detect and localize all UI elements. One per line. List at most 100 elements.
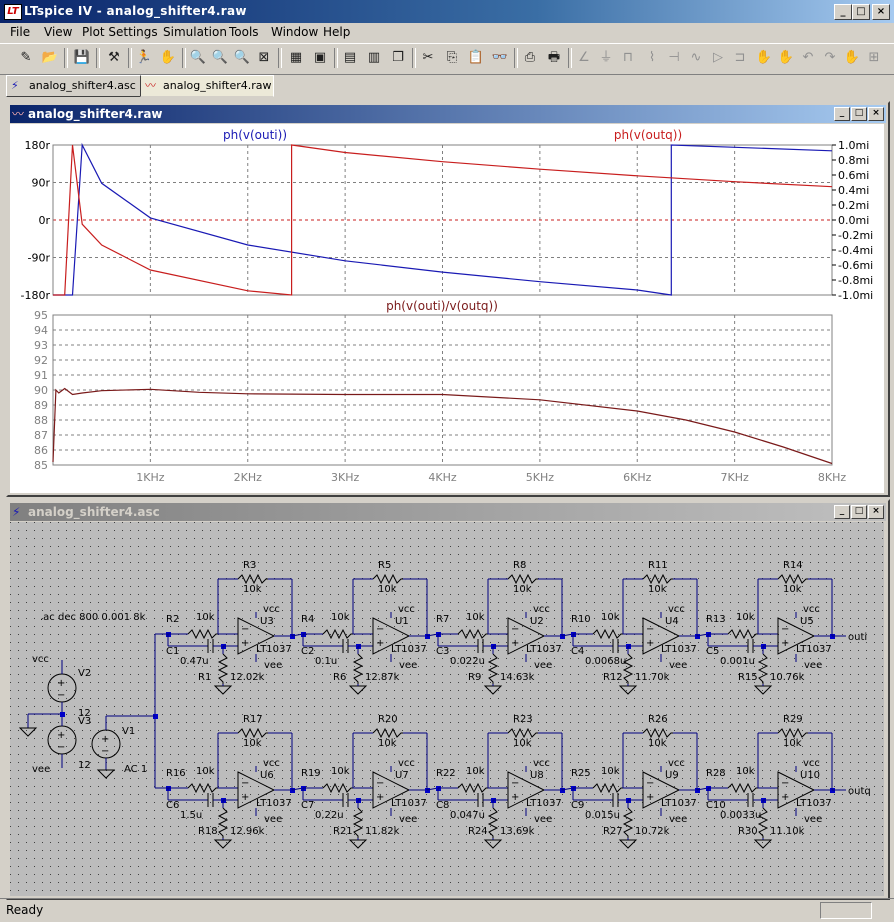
opamp-model: LT1037 bbox=[526, 644, 562, 655]
ground-icon[interactable]: ⏚ bbox=[596, 48, 616, 68]
menu-file[interactable]: File bbox=[10, 25, 30, 39]
opamp-label-U2: U2 bbox=[530, 616, 544, 627]
trace-label-ratio[interactable]: ph(v(outi)/v(outq)) bbox=[386, 299, 498, 313]
window-title-bar[interactable]: LT LTspice IV - analog_shifter4.raw _ □ … bbox=[0, 0, 894, 23]
schematic-minimize-button[interactable]: _ bbox=[834, 505, 850, 519]
capacitor-value-C6: 1.5u bbox=[180, 810, 202, 821]
mirror-icon[interactable]: ✋ bbox=[776, 48, 796, 68]
diode-icon[interactable]: ▷ bbox=[708, 48, 728, 68]
resistor-label-R14: R14 bbox=[783, 560, 803, 571]
halt-icon[interactable]: ✋ bbox=[158, 48, 178, 68]
waveform-plot-area[interactable]: ph(v(outi)) ph(v(outq)) ph(v(outi)/v(out… bbox=[10, 124, 884, 493]
toolbar: ✎ 📂 💾 ⚒ 🏃 ✋ 🔍 🔍 🔍 ⊠ ▦ ▣ ▤ ▥ ❐ ✂ ⎘ 📋 👓 ⎙ … bbox=[0, 43, 894, 75]
inductor-icon[interactable]: ∿ bbox=[686, 48, 706, 68]
delete-icon[interactable]: ✋ bbox=[842, 48, 862, 68]
vcc-label: vcc bbox=[668, 758, 685, 769]
control-panel-icon[interactable]: ⚒ bbox=[104, 48, 124, 68]
waveform-window: 〰 analog_shifter4.raw _ □ × ph(v(outi)) … bbox=[6, 101, 890, 497]
opamp-minus: − bbox=[241, 778, 249, 789]
spice-directive[interactable]: .ac dec 800 0.001 8k bbox=[40, 612, 146, 623]
document-tab-bar: ⚡ analog_shifter4.asc 〰 analog_shifter4.… bbox=[0, 73, 894, 97]
schematic-maximize-button[interactable]: □ bbox=[851, 505, 867, 519]
find-icon[interactable]: 👓 bbox=[490, 48, 510, 68]
cascade-icon[interactable]: ❐ bbox=[388, 48, 408, 68]
y-tick-label-left: 0r bbox=[38, 214, 50, 227]
waveform-window-icon: 〰 bbox=[12, 107, 25, 121]
resistor-value-R2: 10k bbox=[196, 612, 215, 623]
pan-icon[interactable]: 🔍 bbox=[210, 48, 230, 68]
resistor-label-R10: R10 bbox=[571, 614, 591, 625]
maximize-button[interactable]: □ bbox=[852, 4, 870, 20]
menu-help[interactable]: Help bbox=[323, 25, 350, 39]
y-tick-label-bottom: 91 bbox=[34, 369, 48, 382]
schematic-close-button[interactable]: × bbox=[868, 505, 884, 519]
menu-simulation[interactable]: Simulation bbox=[163, 25, 227, 39]
cut-icon[interactable]: ✂ bbox=[418, 48, 438, 68]
resistor-value-R23: 10k bbox=[513, 738, 532, 749]
component-icon[interactable]: ⊐ bbox=[730, 48, 750, 68]
print-icon[interactable]: 🖶 bbox=[544, 48, 564, 68]
resistor-label-R4: R4 bbox=[301, 614, 314, 625]
output-label-outi: outi bbox=[848, 632, 867, 643]
autorange-icon[interactable]: ▦ bbox=[286, 48, 306, 68]
resistor-label-R28: R28 bbox=[706, 768, 726, 779]
menu-view[interactable]: View bbox=[44, 25, 72, 39]
tile-horizontal-icon[interactable]: ▤ bbox=[340, 48, 360, 68]
resistor-label-R19: R19 bbox=[301, 768, 321, 779]
zoom-out-icon[interactable]: 🔍 bbox=[232, 48, 252, 68]
menu-tools[interactable]: Tools bbox=[229, 25, 259, 39]
drag-icon[interactable]: ↶ bbox=[798, 48, 818, 68]
close-button[interactable]: × bbox=[872, 4, 890, 20]
open-icon[interactable]: 📂 bbox=[40, 48, 60, 68]
trace-label-outi[interactable]: ph(v(outi)) bbox=[223, 128, 287, 142]
toolbar-separator bbox=[568, 48, 572, 68]
label-net-icon[interactable]: ⊓ bbox=[618, 48, 638, 68]
capacitor-icon[interactable]: ⊣ bbox=[664, 48, 684, 68]
new-schematic-icon[interactable]: ✎ bbox=[16, 48, 36, 68]
waveform-window-title-bar[interactable]: 〰 analog_shifter4.raw _ □ × bbox=[10, 105, 886, 123]
print-setup-icon[interactable]: ⎙ bbox=[520, 48, 540, 68]
resistor-icon[interactable]: ⌇ bbox=[642, 48, 662, 68]
rotate-icon[interactable]: ✋ bbox=[754, 48, 774, 68]
opamp-label-U5: U5 bbox=[800, 616, 814, 627]
zoom-in-icon[interactable]: 🔍 bbox=[188, 48, 208, 68]
move-icon[interactable]: ↷ bbox=[820, 48, 840, 68]
run-icon[interactable]: 🏃 bbox=[134, 48, 154, 68]
y-tick-label-right: -0.8mi bbox=[838, 274, 873, 287]
tab-waveform[interactable]: 〰 analog_shifter4.raw bbox=[140, 75, 274, 97]
tile-vertical-icon[interactable]: ▥ bbox=[364, 48, 384, 68]
y-tick-label-right: 0.0mi bbox=[838, 214, 869, 227]
vee-label: vee bbox=[399, 660, 417, 671]
waveform-minimize-button[interactable]: _ bbox=[834, 107, 850, 121]
grid-icon[interactable]: ▣ bbox=[310, 48, 330, 68]
menu-window[interactable]: Window bbox=[271, 25, 318, 39]
draw-wire-icon[interactable]: ∠ bbox=[574, 48, 594, 68]
schematic-canvas[interactable]: .ac dec 800 0.001 8k R2 10k C10.47u R1 12.02… bbox=[10, 522, 884, 896]
waveform-close-button[interactable]: × bbox=[868, 107, 884, 121]
minimize-button[interactable]: _ bbox=[834, 4, 852, 20]
capacitor-value-C1: 0.47u bbox=[180, 656, 209, 667]
capacitor-value-C5: 0.001u bbox=[720, 656, 755, 667]
copy-icon[interactable]: ⎘ bbox=[442, 48, 462, 68]
paste-icon[interactable]: 📋 bbox=[466, 48, 486, 68]
y-tick-label-bottom: 92 bbox=[34, 354, 48, 367]
more-tools-icon[interactable]: ⊞ bbox=[864, 48, 884, 68]
capacitor-label-C5: C5 bbox=[706, 646, 719, 657]
vcc-label: vcc bbox=[263, 758, 280, 769]
opamp-model: LT1037 bbox=[526, 798, 562, 809]
toolbar-separator bbox=[334, 48, 338, 68]
waveform-maximize-button[interactable]: □ bbox=[851, 107, 867, 121]
opamp-label-U6: U6 bbox=[260, 770, 274, 781]
trace-label-outq[interactable]: ph(v(outq)) bbox=[614, 128, 682, 142]
menu-plot-settings[interactable]: Plot Settings bbox=[82, 25, 158, 39]
zoom-fit-icon[interactable]: ⊠ bbox=[254, 48, 274, 68]
vee-label: vee bbox=[399, 814, 417, 825]
save-icon[interactable]: 💾 bbox=[72, 48, 92, 68]
x-tick-label: 4KHz bbox=[428, 471, 456, 484]
vee-label: vee bbox=[264, 814, 282, 825]
opamp-label-U9: U9 bbox=[665, 770, 679, 781]
y-tick-label-bottom: 95 bbox=[34, 309, 48, 322]
tab-schematic[interactable]: ⚡ analog_shifter4.asc bbox=[6, 75, 142, 97]
schematic-window-title-bar[interactable]: ⚡ analog_shifter4.asc _ □ × bbox=[10, 503, 886, 521]
y-tick-label-right: 0.2mi bbox=[838, 199, 869, 212]
